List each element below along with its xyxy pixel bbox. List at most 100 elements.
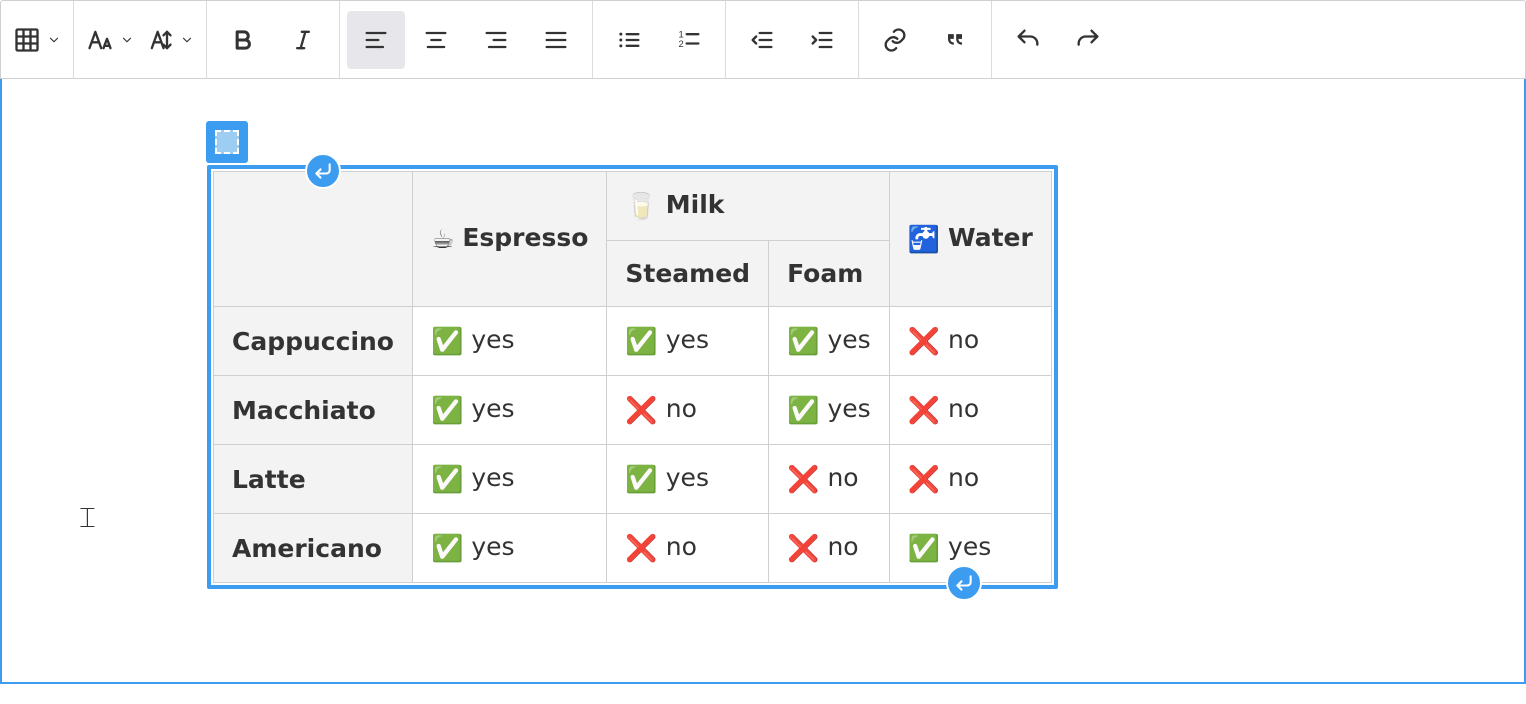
editor-canvas[interactable]: ☕ Espresso 🥛 Milk 🚰Water Steamed Foam [0, 79, 1526, 684]
cell-steamed[interactable]: ❌no [607, 376, 769, 445]
check-icon: ✅ [625, 465, 657, 495]
insert-table-button[interactable] [8, 11, 66, 69]
toolbar-group-indent [726, 1, 859, 78]
cell-value: yes [471, 532, 514, 561]
coffee-table[interactable]: ☕ Espresso 🥛 Milk 🚰Water Steamed Foam [213, 171, 1052, 583]
cell-water[interactable]: ❌ no [889, 445, 1051, 514]
link-button[interactable] [866, 11, 924, 69]
header-espresso[interactable]: ☕ Espresso [413, 172, 607, 307]
header-blank[interactable] [214, 172, 413, 307]
cell-value: yes [471, 463, 514, 492]
blockquote-button[interactable] [926, 11, 984, 69]
redo-button[interactable] [1059, 11, 1117, 69]
row-header[interactable]: Macchiato [214, 376, 413, 445]
cross-icon: ❌ [908, 327, 940, 357]
align-center-button[interactable] [407, 11, 465, 69]
cell-foam[interactable]: ❌no [769, 445, 890, 514]
bulleted-list-icon [615, 26, 643, 54]
table-insert-after-button[interactable] [946, 565, 982, 601]
cell-foam[interactable]: ❌ no [769, 514, 890, 583]
check-icon: ✅ [787, 327, 819, 357]
italic-icon [289, 26, 317, 54]
cell-water[interactable]: ❌no [889, 307, 1051, 376]
cell-espresso[interactable]: ✅ yes [413, 445, 607, 514]
toolbar-group-font [74, 1, 207, 78]
cell-value: no [948, 463, 979, 492]
cell-value: no [666, 532, 697, 561]
water-tap-icon: 🚰 [908, 225, 940, 255]
check-icon: ✅ [431, 327, 463, 357]
toolbar-group-link-quote [859, 1, 992, 78]
toolbar-group-history [992, 1, 1124, 78]
check-icon: ✅ [431, 465, 463, 495]
undo-button[interactable] [999, 11, 1057, 69]
cell-steamed[interactable]: ❌no [607, 514, 769, 583]
cross-icon: ❌ [625, 396, 657, 426]
coffee-cup-icon: ☕ [431, 225, 454, 255]
table-row: Cappuccino✅yes✅yes✅yes❌no [214, 307, 1052, 376]
blockquote-icon [941, 26, 969, 54]
chevron-down-icon [120, 33, 134, 47]
line-height-button[interactable] [141, 11, 199, 69]
row-header[interactable]: Cappuccino [214, 307, 413, 376]
header-milk-label: Milk [666, 190, 725, 219]
table-widget[interactable]: ☕ Espresso 🥛 Milk 🚰Water Steamed Foam [213, 171, 1052, 583]
cell-foam[interactable]: ✅yes [769, 376, 890, 445]
cell-espresso[interactable]: ✅ yes [413, 514, 607, 583]
cell-espresso[interactable]: ✅yes [413, 376, 607, 445]
decrease-indent-icon [748, 26, 776, 54]
cell-value: no [827, 532, 858, 561]
cell-value: yes [666, 463, 709, 492]
align-right-button[interactable] [467, 11, 525, 69]
increase-indent-icon [808, 26, 836, 54]
table-header-row-1: ☕Espresso 🥛Milk 🚰Water [214, 172, 1052, 241]
row-header[interactable]: Latte [214, 445, 413, 514]
table-row: Latte✅yes✅yes❌no❌no [214, 445, 1052, 514]
font-size-button[interactable] [81, 11, 139, 69]
numbered-list-button[interactable]: 12 [660, 11, 718, 69]
toolbar: 12 [0, 0, 1526, 79]
header-water[interactable]: 🚰Water [889, 172, 1051, 307]
drag-handle-inner-icon [215, 130, 239, 154]
row-header[interactable]: Americano [214, 514, 413, 583]
cross-icon: ❌ [908, 465, 940, 495]
table-drag-handle[interactable] [206, 121, 248, 163]
align-left-button[interactable] [347, 11, 405, 69]
header-steamed[interactable]: Steamed [607, 241, 769, 307]
increase-indent-button[interactable] [793, 11, 851, 69]
numbered-list-icon: 12 [675, 26, 703, 54]
cell-foam[interactable]: ✅yes [769, 307, 890, 376]
header-milk[interactable]: 🥛 Milk [607, 172, 889, 241]
bold-button[interactable] [214, 11, 272, 69]
cell-value: yes [827, 394, 870, 423]
cell-value: no [827, 463, 858, 492]
check-icon: ✅ [431, 534, 463, 564]
chevron-down-icon [180, 33, 194, 47]
text-caret-icon: ⌶ [79, 501, 96, 535]
header-espresso-label: Espresso [462, 223, 588, 252]
cell-value: yes [471, 394, 514, 423]
undo-icon [1014, 26, 1042, 54]
table-row: Americano✅yes❌no❌no✅yes [214, 514, 1052, 583]
cell-steamed[interactable]: ✅yes [607, 307, 769, 376]
bold-icon [229, 26, 257, 54]
editor-content: ☕ Espresso 🥛 Milk 🚰Water Steamed Foam [213, 171, 1313, 583]
italic-button[interactable] [274, 11, 332, 69]
font-size-icon [86, 26, 114, 54]
milk-glass-icon: 🥛 [625, 192, 657, 222]
cell-value: yes [471, 325, 514, 354]
toolbar-group-lists: 12 [593, 1, 726, 78]
cell-value: yes [666, 325, 709, 354]
cell-espresso[interactable]: ✅ yes [413, 307, 607, 376]
bulleted-list-button[interactable] [600, 11, 658, 69]
cell-water[interactable]: ❌no [889, 376, 1051, 445]
decrease-indent-button[interactable] [733, 11, 791, 69]
header-foam[interactable]: Foam [769, 241, 890, 307]
cell-value: no [948, 394, 979, 423]
return-icon [313, 161, 333, 181]
cell-steamed[interactable]: ✅ yes [607, 445, 769, 514]
align-justify-button[interactable] [527, 11, 585, 69]
table-insert-before-button[interactable] [305, 153, 341, 189]
align-right-icon [482, 26, 510, 54]
cross-icon: ❌ [787, 534, 819, 564]
